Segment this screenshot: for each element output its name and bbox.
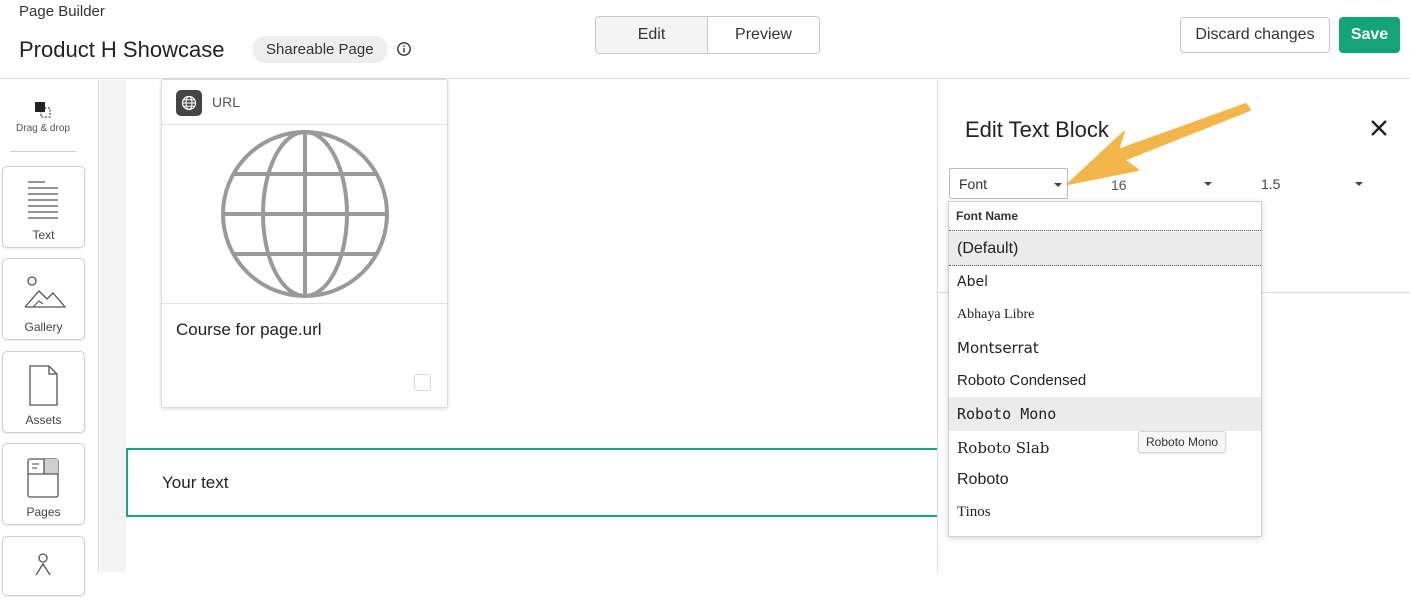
app-name: Page Builder xyxy=(19,3,105,20)
rail-divider xyxy=(10,151,76,152)
tab-preview[interactable]: Preview xyxy=(707,17,819,53)
tool-assets[interactable]: Assets xyxy=(2,351,85,433)
person-icon xyxy=(35,553,51,576)
tool-label: Gallery xyxy=(24,320,63,334)
tool-label: Pages xyxy=(26,505,61,519)
dropdown-header: Font Name xyxy=(956,209,1019,223)
tool-label: Text xyxy=(32,228,55,242)
line-height-select[interactable]: 1.5 xyxy=(1261,176,1280,192)
document-icon xyxy=(29,365,58,406)
text-block[interactable]: Your text xyxy=(126,448,938,517)
font-select[interactable]: Font xyxy=(949,168,1068,199)
canvas-gutter xyxy=(100,80,126,572)
card-select-checkbox[interactable] xyxy=(414,374,431,391)
card-type-badge xyxy=(176,90,202,116)
info-icon[interactable] xyxy=(396,41,412,57)
font-option-tinos[interactable]: Tinos xyxy=(949,495,1261,529)
font-option-roboto-mono[interactable]: Roboto Mono xyxy=(949,397,1261,431)
mode-toggle: Edit Preview xyxy=(595,16,820,54)
font-option-default[interactable]: (Default) xyxy=(949,232,1261,266)
card-title: Course for page.url xyxy=(176,320,322,339)
card-header: URL xyxy=(162,80,447,125)
tool-text[interactable]: Text xyxy=(2,166,85,248)
font-option-abhaya-libre[interactable]: Abhaya Libre xyxy=(949,298,1261,332)
tool-person[interactable] xyxy=(2,536,85,596)
url-card[interactable]: URL Course for page.url xyxy=(161,79,448,408)
font-dropdown: Font Name (Default) Abel Abhaya Libre Mo… xyxy=(948,201,1262,537)
page-title: Product H Showcase xyxy=(19,37,225,62)
font-select-value: Font xyxy=(959,176,988,192)
discard-changes-button[interactable]: Discard changes xyxy=(1180,17,1330,53)
close-icon[interactable] xyxy=(1370,119,1388,137)
font-tooltip: Roboto Mono xyxy=(1138,431,1227,453)
tool-pages[interactable]: Pages xyxy=(2,443,85,525)
page-type-badge: Shareable Page xyxy=(252,36,388,63)
mountain-image-icon xyxy=(24,276,67,308)
font-option-roboto-condensed[interactable]: Roboto Condensed xyxy=(949,364,1261,398)
pointer-arrow-icon xyxy=(1067,103,1251,185)
text-lines-icon xyxy=(28,181,58,219)
drag-drop-hint: Drag & drop xyxy=(10,100,76,134)
text-block-content[interactable]: Your text xyxy=(162,473,228,493)
drag-drop-icon xyxy=(35,102,51,118)
globe-icon xyxy=(221,130,389,298)
tool-label: Assets xyxy=(25,413,62,427)
pages-icon xyxy=(27,458,59,498)
save-button[interactable]: Save xyxy=(1339,17,1400,53)
tool-gallery[interactable]: Gallery xyxy=(2,258,85,340)
drag-drop-label: Drag & drop xyxy=(16,123,70,134)
tab-edit[interactable]: Edit xyxy=(596,17,707,53)
card-divider xyxy=(162,303,447,304)
card-type-label: URL xyxy=(212,94,241,110)
font-option-roboto[interactable]: Roboto xyxy=(949,463,1261,497)
chevron-down-icon[interactable] xyxy=(1355,182,1363,186)
font-option-montserrat[interactable]: Montserrat xyxy=(949,331,1261,365)
top-header: Page Builder Product H Showcase Shareabl… xyxy=(0,0,1410,79)
globe-icon xyxy=(181,95,197,111)
font-option-abel[interactable]: Abel xyxy=(949,265,1261,299)
